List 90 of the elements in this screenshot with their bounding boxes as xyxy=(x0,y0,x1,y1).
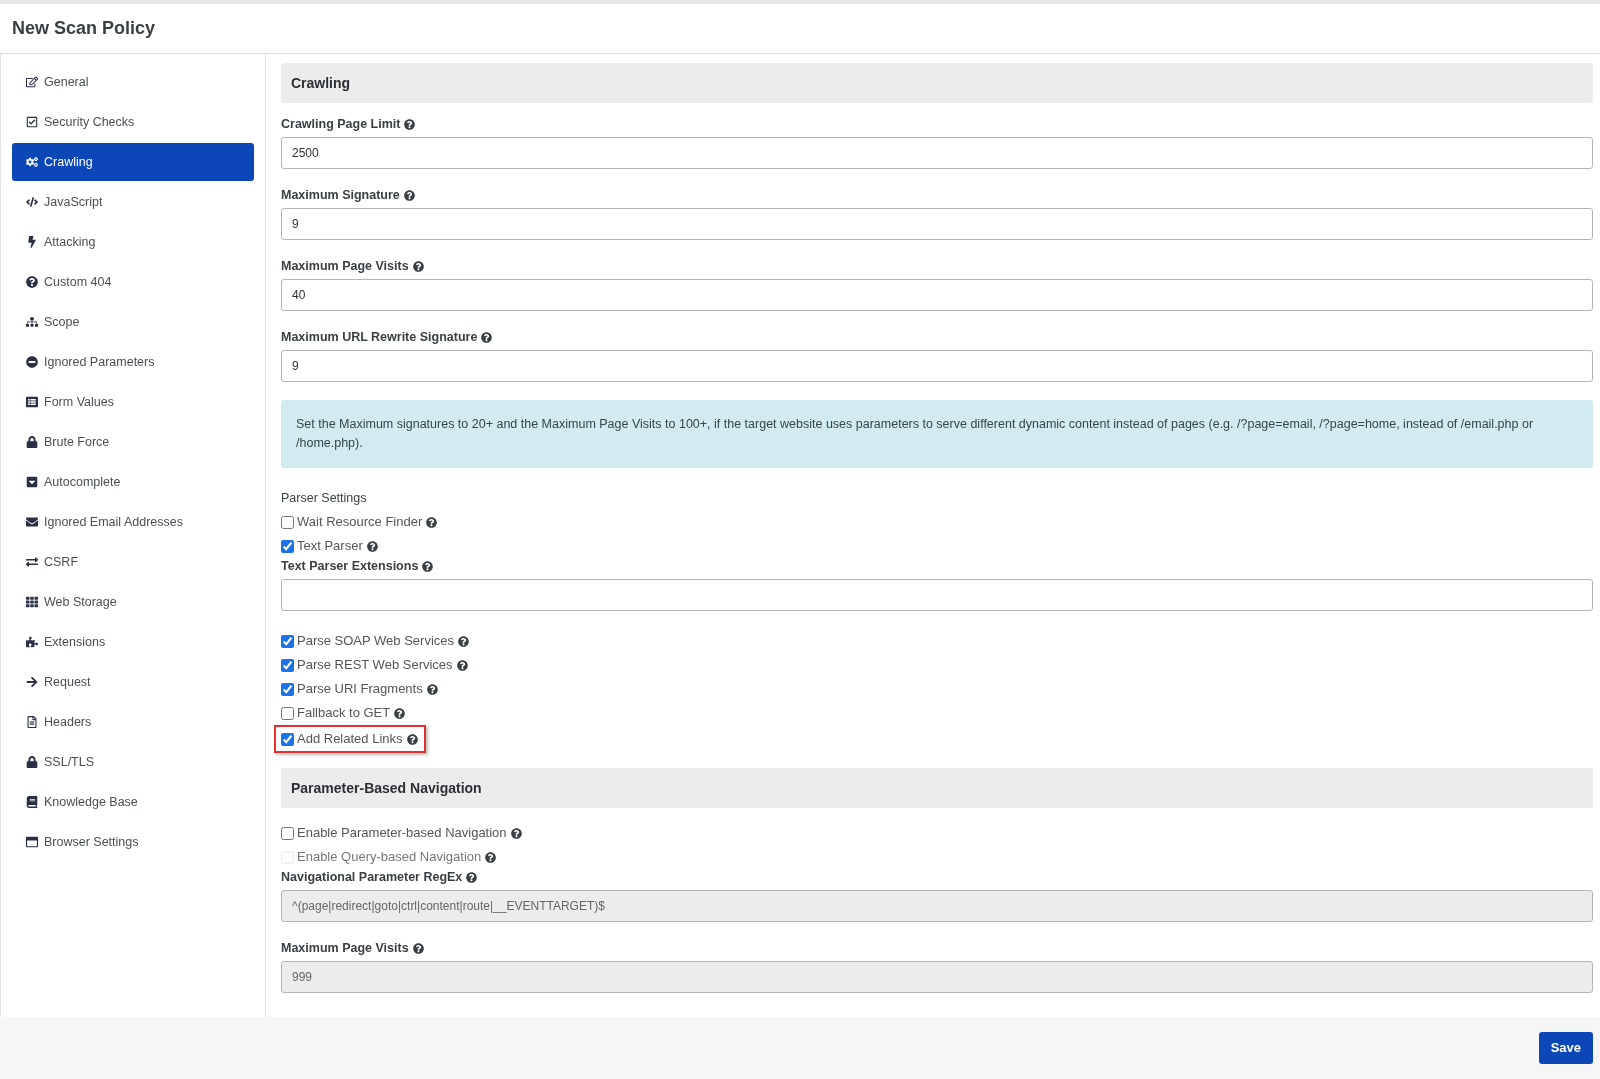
envelope-icon xyxy=(26,516,38,528)
sidebar-item[interactable]: Attacking xyxy=(12,223,254,261)
field-label: Maximum Page Visits xyxy=(281,940,409,956)
help-icon[interactable] xyxy=(426,683,438,695)
sidebar-item[interactable]: Ignored Email Addresses xyxy=(12,503,254,541)
input-field[interactable]: 40 xyxy=(281,279,1593,311)
edit-icon xyxy=(26,76,38,88)
help-icon[interactable] xyxy=(458,635,470,647)
puzzle-icon xyxy=(26,636,38,648)
help-icon[interactable] xyxy=(466,871,478,883)
help-icon[interactable] xyxy=(403,189,415,201)
sidebar-item[interactable]: JavaScript xyxy=(12,183,254,221)
help-icon[interactable] xyxy=(394,707,406,719)
dropdown-icon xyxy=(26,476,38,488)
help-icon[interactable] xyxy=(456,659,468,671)
input-field[interactable]: 9 xyxy=(281,350,1593,382)
checkbox-label: Wait Resource Finder xyxy=(297,513,423,532)
sidebar-item[interactable]: Ignored Parameters xyxy=(12,343,254,381)
checkbox-label: Text Parser xyxy=(297,537,363,556)
checkbox[interactable] xyxy=(281,539,294,553)
checkbox[interactable] xyxy=(281,826,294,840)
sidebar-item[interactable]: CSRF xyxy=(12,543,254,581)
sidebar-item[interactable]: SSL/TLS xyxy=(12,743,254,781)
gears-icon xyxy=(26,156,38,168)
help-icon[interactable] xyxy=(485,851,497,863)
info-note: Set the Maximum signatures to 20+ and the Maximum Page Visits to 100+, if the target website uses parameters to serve different dynamic content instead of pages (e.g. /?page=email, /?page=home, instead of /email.php or /home.php). xyxy=(281,400,1593,468)
help-icon[interactable] xyxy=(406,733,418,745)
bolt-icon xyxy=(26,236,38,248)
document-icon xyxy=(26,716,38,728)
checkbox[interactable] xyxy=(281,682,294,696)
sidebar-item[interactable]: Request xyxy=(12,663,254,701)
field-label: Maximum URL Rewrite Signature xyxy=(281,329,478,345)
checkbox[interactable] xyxy=(281,658,294,672)
sitemap-icon xyxy=(26,316,38,328)
checkbox-label: Enable Query-based Navigation xyxy=(297,848,482,867)
checkbox-label: Enable Parameter-based Navigation xyxy=(297,824,507,843)
section-header: Crawling xyxy=(281,63,1593,103)
field-label: Crawling Page Limit xyxy=(281,116,401,132)
lock-icon xyxy=(26,756,38,768)
lock-icon xyxy=(26,436,38,448)
checkbox[interactable] xyxy=(281,634,294,648)
field-label: Navigational Parameter RegEx xyxy=(281,869,463,885)
sidebar-item[interactable]: Extensions xyxy=(12,623,254,661)
arrow-right-icon xyxy=(26,676,38,688)
help-icon[interactable] xyxy=(481,331,493,343)
sidebar-item[interactable]: Knowledge Base xyxy=(12,783,254,821)
checkbox-label: Add Related Links xyxy=(297,730,403,749)
section-header: Parameter-Based Navigation xyxy=(281,768,1593,808)
help-icon[interactable] xyxy=(412,260,424,272)
sidebar-item[interactable]: General xyxy=(12,63,254,101)
help-icon[interactable] xyxy=(404,118,416,130)
sidebar-item[interactable]: Brute Force xyxy=(12,423,254,461)
checkbox[interactable] xyxy=(281,515,294,529)
sidebar-item[interactable]: Web Storage xyxy=(12,583,254,621)
question-icon xyxy=(26,276,38,288)
exchange-icon xyxy=(26,556,38,568)
sidebar-item[interactable]: Browser Settings xyxy=(12,823,254,861)
sidebar-item[interactable]: Form Values xyxy=(12,383,254,421)
checkbox-label: Parse REST Web Services xyxy=(297,656,453,675)
checkbox-icon xyxy=(26,116,38,128)
sidebar-item[interactable]: Custom 404 xyxy=(12,263,254,301)
sidebar-item[interactable]: Scope xyxy=(12,303,254,341)
sidebar-item[interactable]: Crawling xyxy=(12,143,254,181)
input-field[interactable] xyxy=(281,579,1593,611)
help-icon[interactable] xyxy=(426,516,438,528)
field-label: Maximum Page Visits xyxy=(281,258,409,274)
checkbox-label: Parse URI Fragments xyxy=(297,680,423,699)
save-button[interactable]: Save xyxy=(1538,1032,1593,1064)
list-icon xyxy=(26,396,38,408)
checkbox[interactable] xyxy=(281,706,294,720)
code-icon xyxy=(26,196,38,208)
help-icon[interactable] xyxy=(412,942,424,954)
help-icon[interactable] xyxy=(510,827,522,839)
book-icon xyxy=(26,796,38,808)
input-field[interactable]: 2500 xyxy=(281,137,1593,169)
window-icon xyxy=(26,836,38,848)
group-label: Parser Settings xyxy=(281,490,368,506)
grid-icon xyxy=(26,596,38,608)
field-label: Maximum Signature xyxy=(281,187,400,203)
sidebar-item[interactable]: Autocomplete xyxy=(12,463,254,501)
field-label: Text Parser Extensions xyxy=(281,558,419,574)
input-field[interactable]: 9 xyxy=(281,208,1593,240)
sidebar-item[interactable]: Headers xyxy=(12,703,254,741)
checkbox-label: Parse SOAP Web Services xyxy=(297,632,455,651)
page-title: New Scan Policy xyxy=(12,17,156,40)
sidebar-item[interactable]: Security Checks xyxy=(12,103,254,141)
checkbox-label: Fallback to GET xyxy=(297,704,391,723)
checkbox[interactable] xyxy=(281,732,294,746)
help-icon[interactable] xyxy=(422,560,434,572)
help-icon[interactable] xyxy=(366,540,378,552)
